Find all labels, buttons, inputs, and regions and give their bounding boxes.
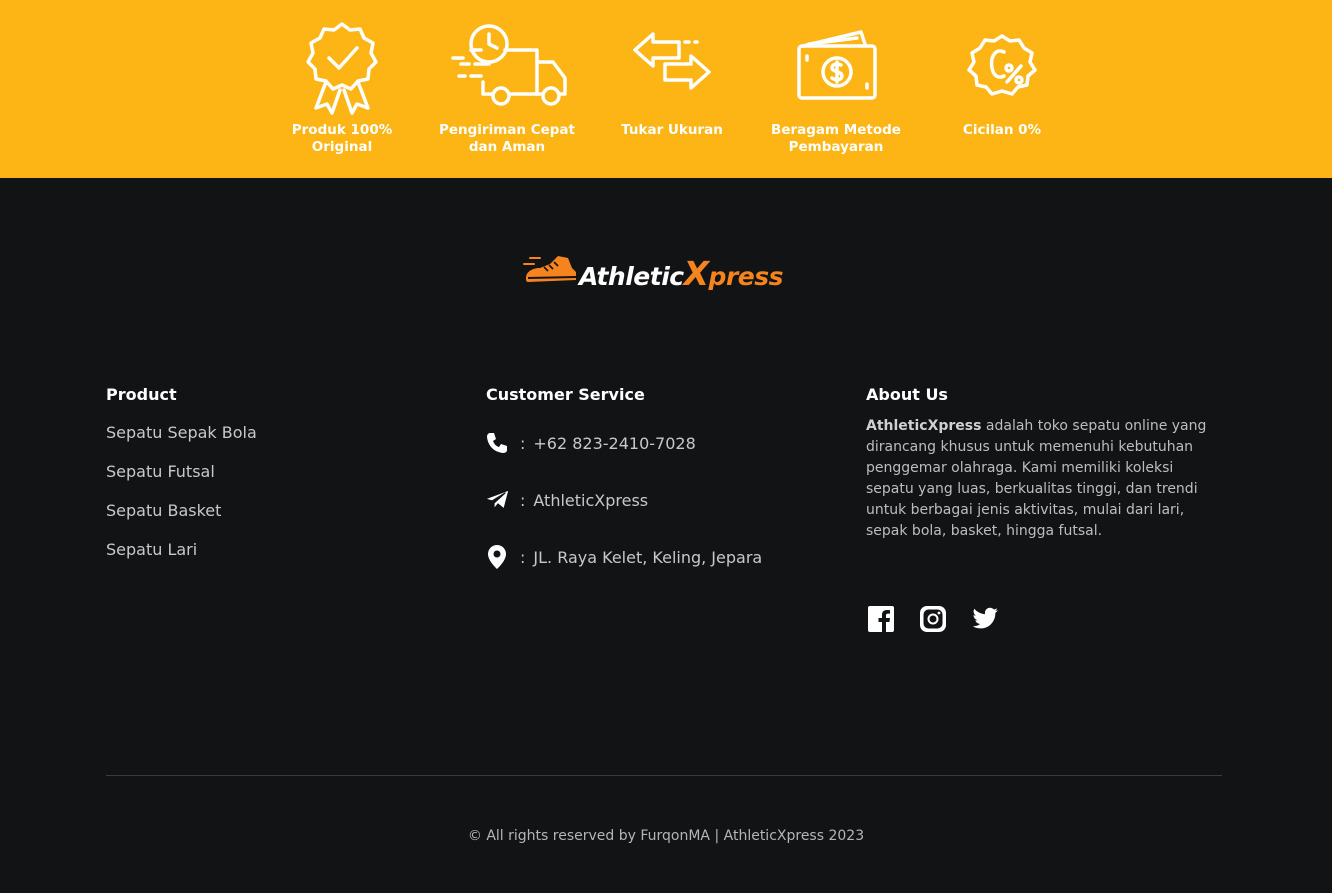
feature-original: Produk 100% Original [267,20,417,156]
telegram-icon [484,487,510,513]
twitter-icon[interactable] [971,605,999,633]
delivery-truck-icon [432,20,582,116]
feature-label: Beragam Metode Pembayaran [771,122,901,155]
contact-separator: : [520,433,526,453]
logo-wordmark: AthleticXpress [579,254,784,293]
zero-percent-icon [927,20,1077,116]
feature-installment: Cicilan 0% [927,20,1077,139]
feature-label: Produk 100% Original [291,122,393,155]
product-link-futsal[interactable]: Sepatu Futsal [106,462,257,501]
about-body: adalah toko sepatu online yang dirancang… [866,418,1207,539]
feature-exchange: Tukar Ukuran [597,20,747,139]
instagram-icon[interactable] [919,605,947,633]
phone-icon [484,430,510,456]
exchange-arrows-icon [597,20,747,116]
award-badge-icon [267,20,417,116]
features-band: Produk 100% Original Pengiriman Cepat da… [0,0,1332,178]
about-heading: About Us [866,385,948,404]
logo-text-x: X [683,254,709,293]
sneaker-logo-icon [523,256,577,282]
product-list: Sepatu Sepak Bola Sepatu Futsal Sepatu B… [106,423,257,579]
contact-address[interactable]: : JL. Raya Kelet, Keling, Jepara [484,542,762,572]
feature-label: Tukar Ukuran [621,122,723,138]
product-link-sepak-bola[interactable]: Sepatu Sepak Bola [106,423,257,462]
contact-separator: : [520,490,526,510]
product-heading: Product [106,385,177,404]
contact-separator: : [520,547,526,567]
contact-telegram-value: AthleticXpress [533,490,649,510]
contact-address-value: JL. Raya Kelet, Keling, Jepara [533,547,763,567]
logo-text-part3: press [708,262,784,291]
cash-payment-icon [761,20,911,116]
about-description: AthleticXpress adalah toko sepatu online… [866,416,1211,542]
feature-payment: Beragam Metode Pembayaran [761,20,911,156]
location-pin-icon [484,544,510,570]
contact-phone[interactable]: : +62 823-2410-7028 [484,428,696,458]
contact-phone-value: +62 823-2410-7028 [533,433,696,453]
brand-logo[interactable]: AthleticXpress [522,246,784,293]
logo-text-part1: Athletic [579,262,684,291]
copyright-text: © All rights reserved by FurqonMA | Athl… [467,828,865,844]
product-link-basket[interactable]: Sepatu Basket [106,501,257,540]
customer-service-heading: Customer Service [486,385,645,404]
product-link-lari[interactable]: Sepatu Lari [106,540,257,579]
feature-label: Cicilan 0% [962,122,1042,138]
contact-telegram[interactable]: : AthleticXpress [484,485,648,515]
footer-divider [106,775,1222,776]
facebook-icon[interactable] [867,605,895,633]
feature-shipping: Pengiriman Cepat dan Aman [432,20,582,156]
feature-label: Pengiriman Cepat dan Aman [438,122,575,155]
about-brand: AthleticXpress [866,418,982,434]
